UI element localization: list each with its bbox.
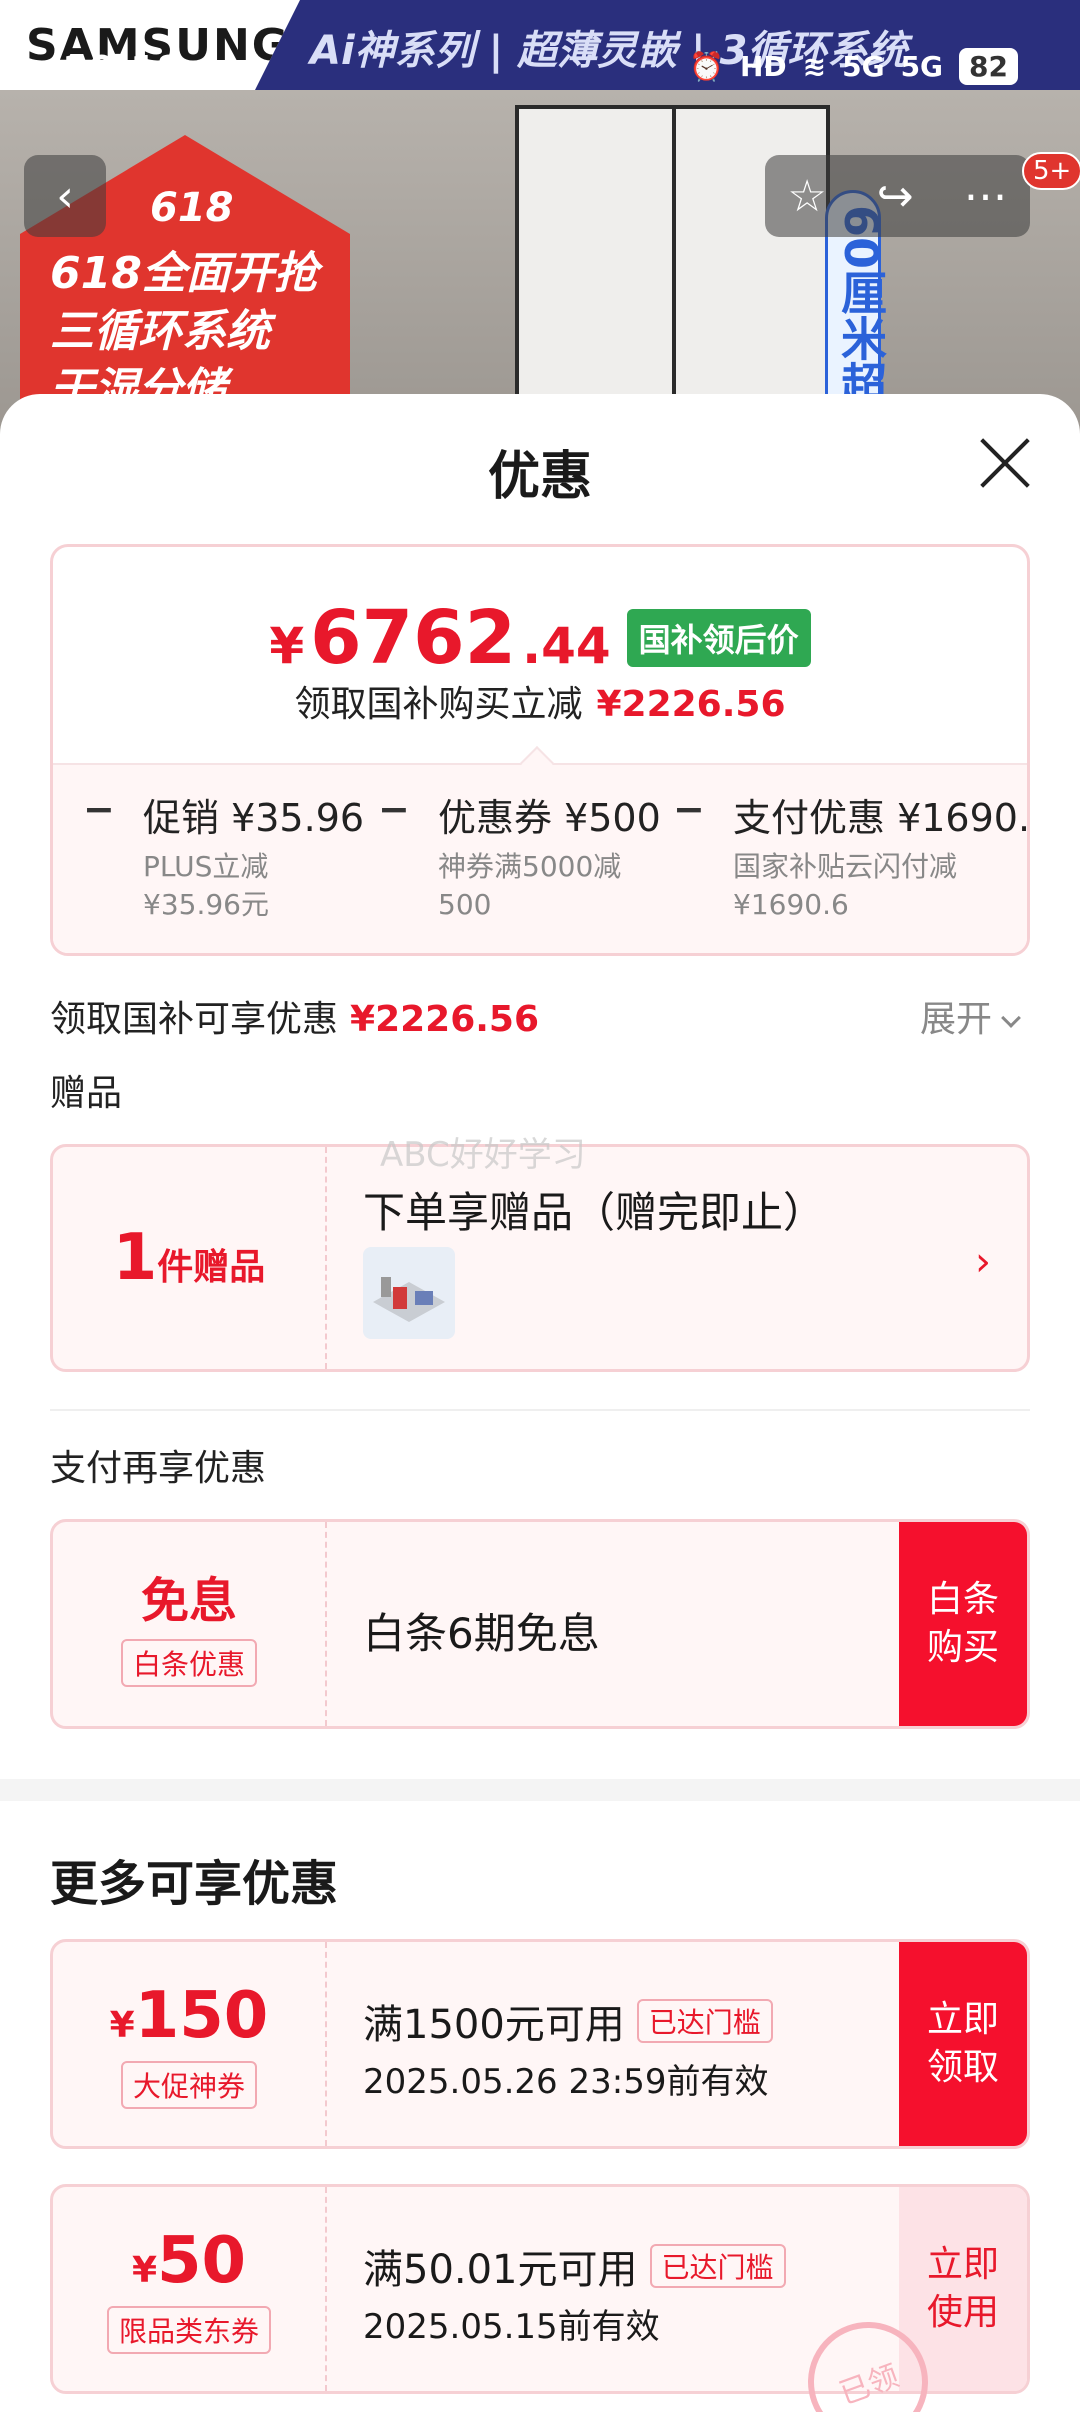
deduction-head: 促销 ¥35.96 bbox=[143, 796, 365, 840]
back-button[interactable]: ‹ bbox=[24, 155, 106, 237]
message-count-badge: 5+ bbox=[1022, 152, 1080, 190]
baitiao-card[interactable]: 免息 白条优惠 白条6期免息 白条购买 bbox=[50, 1519, 1030, 1729]
coupon-condition-row: 满50.01元可用 已达门槛 bbox=[363, 2237, 786, 2295]
promo-618-text: 618 bbox=[150, 185, 234, 231]
wifi-icon: ≋ bbox=[802, 50, 827, 83]
interest-free-title: 免息 bbox=[140, 1573, 237, 1629]
final-price: ¥ 6762 .44 国补领后价 bbox=[53, 595, 1027, 681]
battery-icon: 82 bbox=[959, 48, 1018, 85]
subsidy-value: ¥2226.56 bbox=[350, 999, 540, 1040]
favorite-star-icon[interactable]: ☆ bbox=[787, 171, 826, 222]
gift-count-number: 1 bbox=[112, 1221, 158, 1295]
baitiao-text: 白条6期免息 bbox=[363, 1609, 600, 1658]
coupon-status-tag: 已达门槛 bbox=[636, 1999, 773, 2043]
chevron-down-icon bbox=[1001, 1008, 1021, 1028]
coupon-amount: ¥150 大促神券 bbox=[53, 1942, 327, 2146]
close-icon[interactable] bbox=[975, 434, 1035, 494]
claim-coupon-label: 立即领取 bbox=[926, 1999, 999, 2088]
minus-sign: − bbox=[83, 787, 115, 831]
gift-count-text: 1件赠品 bbox=[113, 1221, 266, 1295]
coupon-validity: 2025.05.26 23:59前有效 bbox=[363, 2062, 769, 2102]
action-buttons: ☆ ↪ ⋯ bbox=[765, 155, 1030, 237]
claim-coupon-button[interactable]: 立即领取 bbox=[899, 1942, 1027, 2146]
gift-count: 1件赠品 bbox=[53, 1147, 327, 1369]
baitiao-tag: 白条优惠 bbox=[120, 1639, 257, 1687]
coupon-amount-number: 150 bbox=[134, 1979, 269, 2053]
price-decimal: .44 bbox=[522, 617, 611, 675]
sheet-title: 优惠 bbox=[487, 447, 592, 507]
status-bar: 10:18 ⏰ HD ≋ 5G 5G 82 bbox=[0, 0, 1080, 92]
signal-icon: 5G bbox=[842, 50, 885, 83]
status-time: 10:18 bbox=[62, 48, 183, 92]
expand-label: 展开 bbox=[920, 999, 993, 1040]
minus-sign: − bbox=[673, 787, 705, 831]
coupon-tag: 大促神券 bbox=[120, 2061, 257, 2109]
saving-label: 领取国补购买立减 bbox=[294, 684, 583, 725]
subsidy-row: 领取国补可享优惠 ¥2226.56 bbox=[50, 990, 539, 1042]
coupon-validity: 2025.05.15前有效 bbox=[363, 2307, 660, 2347]
status-icons: ⏰ HD ≋ 5G 5G 82 bbox=[689, 48, 1018, 85]
chevron-right-icon: › bbox=[975, 1239, 991, 1285]
share-icon[interactable]: ↪ bbox=[877, 171, 914, 222]
price-card: ¥ 6762 .44 国补领后价 领取国补购买立减 ¥2226.56 − 促销 ¥… bbox=[50, 544, 1030, 956]
more-discounts-title: 更多可享优惠 bbox=[50, 1856, 339, 1912]
coupon-status-tag: 已达门槛 bbox=[649, 2244, 786, 2288]
hd-icon: HD bbox=[739, 50, 787, 83]
coupon-condition: 满50.01元可用 bbox=[363, 2247, 638, 2293]
price-currency: ¥ bbox=[269, 617, 305, 675]
deduction-item: 优惠券 ¥500 神券满5000减500 bbox=[438, 787, 661, 924]
minus-sign: − bbox=[378, 787, 410, 831]
deduction-item: 促销 ¥35.96 PLUS立减 ¥35.96元 bbox=[143, 787, 364, 924]
coupon-condition-row: 满1500元可用 已达门槛 bbox=[363, 1992, 773, 2050]
gift-thumbnail bbox=[363, 1247, 455, 1339]
divider bbox=[50, 1409, 1030, 1411]
price-saving: 领取国补购买立减 ¥2226.56 bbox=[53, 675, 1027, 727]
promo-line-2: 三循环系统 bbox=[50, 306, 270, 357]
subsidy-label: 领取国补可享优惠 bbox=[50, 999, 339, 1040]
gift-title: 下单享赠品（赠完即止） bbox=[363, 1188, 826, 1237]
subsidy-price-tag: 国补领后价 bbox=[626, 609, 811, 667]
promo-house-text: 618全面开抢 三循环系统 干湿分储 bbox=[50, 245, 350, 419]
section-gap bbox=[0, 1779, 1080, 1801]
coupon-condition: 满1500元可用 bbox=[363, 2002, 625, 2048]
coupon-amount: ¥50 限品类东券 bbox=[53, 2187, 327, 2391]
gift-section-label: 赠品 bbox=[50, 1073, 123, 1114]
coupon-amount-number: 50 bbox=[157, 2224, 247, 2298]
pay-section-label: 支付再享优惠 bbox=[50, 1448, 267, 1489]
deduction-item: 支付优惠 ¥1690.6 国家补贴云闪付减 ¥1690.6 bbox=[733, 787, 1030, 924]
promo-line-1: 618全面开抢 bbox=[50, 248, 318, 299]
deduction-desc: 国家补贴云闪付减 ¥1690.6 bbox=[733, 850, 958, 921]
discount-sheet: 优惠 ¥ 6762 .44 国补领后价 领取国补购买立减 ¥2226.56 − 促… bbox=[0, 394, 1080, 2412]
coupon-value: ¥150 bbox=[110, 1979, 269, 2053]
price-summary: ¥ 6762 .44 国补领后价 领取国补购买立减 ¥2226.56 bbox=[53, 547, 1027, 763]
use-coupon-label: 立即使用 bbox=[926, 2244, 999, 2333]
coupon-value: ¥50 bbox=[132, 2224, 246, 2298]
gift-card[interactable]: 1件赠品 下单享赠品（赠完即止） › bbox=[50, 1144, 1030, 1372]
saving-value: ¥2226.56 bbox=[596, 684, 786, 725]
expand-button[interactable]: 展开 bbox=[920, 990, 1021, 1042]
baitiao-buy-button[interactable]: 白条购买 bbox=[899, 1522, 1027, 1726]
watermark: ABC好好学习 bbox=[380, 1135, 586, 1175]
deduction-head: 优惠券 ¥500 bbox=[438, 796, 661, 840]
more-menu-icon[interactable]: ⋯ bbox=[964, 171, 1008, 222]
baitiao-left: 免息 白条优惠 bbox=[53, 1522, 327, 1726]
signal-icon-2: 5G bbox=[900, 50, 944, 83]
price-integer: 6762 bbox=[310, 595, 517, 681]
alarm-icon: ⏰ bbox=[689, 50, 724, 83]
deduction-desc: PLUS立减 ¥35.96元 bbox=[143, 850, 269, 921]
chevron-left-icon: ‹ bbox=[56, 170, 74, 222]
coupon-tag: 限品类东券 bbox=[106, 2306, 271, 2354]
deduction-desc: 神券满5000减500 bbox=[438, 850, 622, 921]
coupon-card: ¥150 大促神券 满1500元可用 已达门槛 2025.05.26 23:59… bbox=[50, 1939, 1030, 2149]
coupon-currency: ¥ bbox=[131, 2250, 157, 2291]
deduction-head: 支付优惠 ¥1690.6 bbox=[733, 796, 1030, 840]
baitiao-buy-label: 白条购买 bbox=[926, 1579, 999, 1668]
deduction-breakdown: − 促销 ¥35.96 PLUS立减 ¥35.96元 − 优惠券 ¥500 神券… bbox=[53, 746, 1030, 953]
coupon-currency: ¥ bbox=[109, 2005, 135, 2046]
gift-count-unit: 件赠品 bbox=[157, 1247, 266, 1288]
